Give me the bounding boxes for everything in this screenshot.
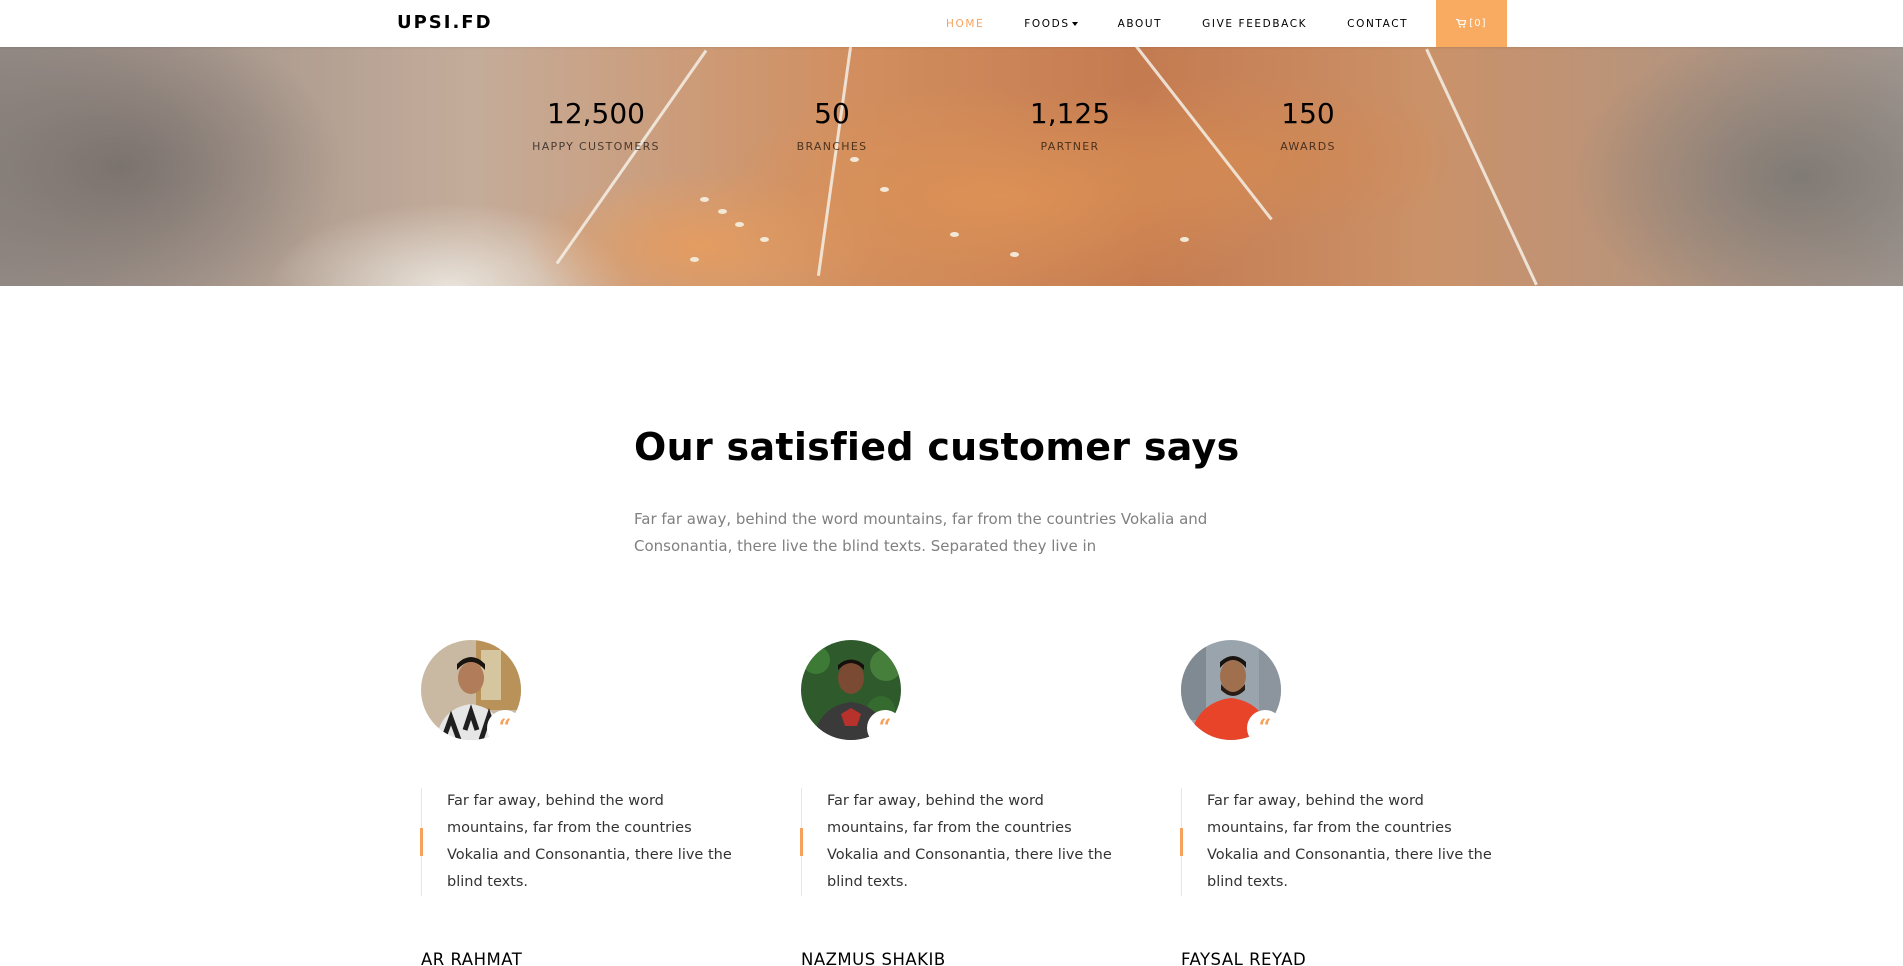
brand-logo[interactable]: UPSI.FD	[397, 12, 493, 33]
sesame-seed	[700, 197, 709, 202]
sesame-seed	[718, 209, 727, 214]
sesame-seed	[1010, 252, 1019, 257]
nav-foods-label: FOODS	[1024, 17, 1070, 30]
quote-text: Far far away, behind the word mountains,…	[827, 793, 1112, 890]
quote-accent-bar	[420, 828, 423, 856]
nav-give-feedback[interactable]: GIVE FEEDBACK	[1202, 18, 1307, 30]
quote-icon: “	[867, 710, 903, 746]
stat-branches: 50 BRANCHES	[732, 97, 932, 153]
skewer-decoration	[1425, 48, 1538, 286]
sesame-seed	[690, 257, 699, 262]
navbar: UPSI.FD HOME FOODS ABOUT GIVE FEEDBACK C…	[0, 0, 1903, 47]
nav-about[interactable]: ABOUT	[1118, 18, 1163, 30]
stat-value: 12,500	[547, 97, 645, 130]
quote-text: Far far away, behind the word mountains,…	[1207, 793, 1492, 890]
stat-happy-customers: 12,500 HAPPY CUSTOMERS	[496, 97, 696, 153]
quote-accent-bar	[800, 828, 803, 856]
nav-foods[interactable]: FOODS	[1024, 17, 1078, 30]
skewer-decoration	[816, 47, 857, 276]
stat-label: HAPPY CUSTOMERS	[532, 140, 660, 153]
quote-block: Far far away, behind the word mountains,…	[800, 788, 1121, 896]
sesame-seed	[760, 237, 769, 242]
nav-links: HOME FOODS ABOUT GIVE FEEDBACK CONTACT	[946, 0, 1448, 47]
quote-text: Far far away, behind the word mountains,…	[447, 793, 732, 890]
testimonial-card: “ Far far away, behind the word mountain…	[800, 640, 1141, 966]
sesame-seed	[850, 157, 859, 162]
stat-label: PARTNER	[1040, 140, 1100, 153]
quote-accent-bar	[1180, 828, 1183, 856]
cart-button[interactable]: [0]	[1436, 0, 1507, 47]
caret-down-icon	[1071, 21, 1078, 26]
author-name: NAZMUS SHAKIB	[801, 950, 946, 966]
nav-contact[interactable]: CONTACT	[1347, 18, 1408, 30]
testimonial-card: “ Far far away, behind the word mountain…	[1180, 640, 1521, 966]
testimonials-subtitle: Far far away, behind the word mountains,…	[634, 510, 1208, 555]
hero-banner: 12,500 HAPPY CUSTOMERS 50 BRANCHES 1,125…	[0, 47, 1903, 286]
testimonials-title: Our satisfied customer says	[634, 425, 1240, 469]
stat-value: 50	[814, 97, 850, 130]
quote-block: Far far away, behind the word mountains,…	[1180, 788, 1501, 896]
skewer-decoration	[555, 49, 708, 265]
quote-icon: “	[487, 710, 523, 746]
cart-count: [0]	[1469, 18, 1487, 29]
sesame-seed	[1180, 237, 1189, 242]
sesame-seed	[950, 232, 959, 237]
quote-block: Far far away, behind the word mountains,…	[420, 788, 741, 896]
stat-partner: 1,125 PARTNER	[970, 97, 1170, 153]
sesame-seed	[735, 222, 744, 227]
stat-awards: 150 AWARDS	[1208, 97, 1408, 153]
quote-icon: “	[1247, 710, 1283, 746]
stat-value: 1,125	[1029, 97, 1111, 130]
stat-value: 150	[1281, 97, 1335, 130]
testimonial-card: “ Far far away, behind the word mountain…	[420, 640, 761, 966]
author-name: AR RAHMAT	[421, 950, 523, 966]
stat-label: AWARDS	[1280, 140, 1336, 153]
sesame-seed	[880, 187, 889, 192]
cart-icon	[1456, 19, 1467, 28]
author-name: FAYSAL REYAD	[1181, 950, 1307, 966]
nav-home[interactable]: HOME	[946, 18, 984, 30]
stat-label: BRANCHES	[796, 140, 868, 153]
